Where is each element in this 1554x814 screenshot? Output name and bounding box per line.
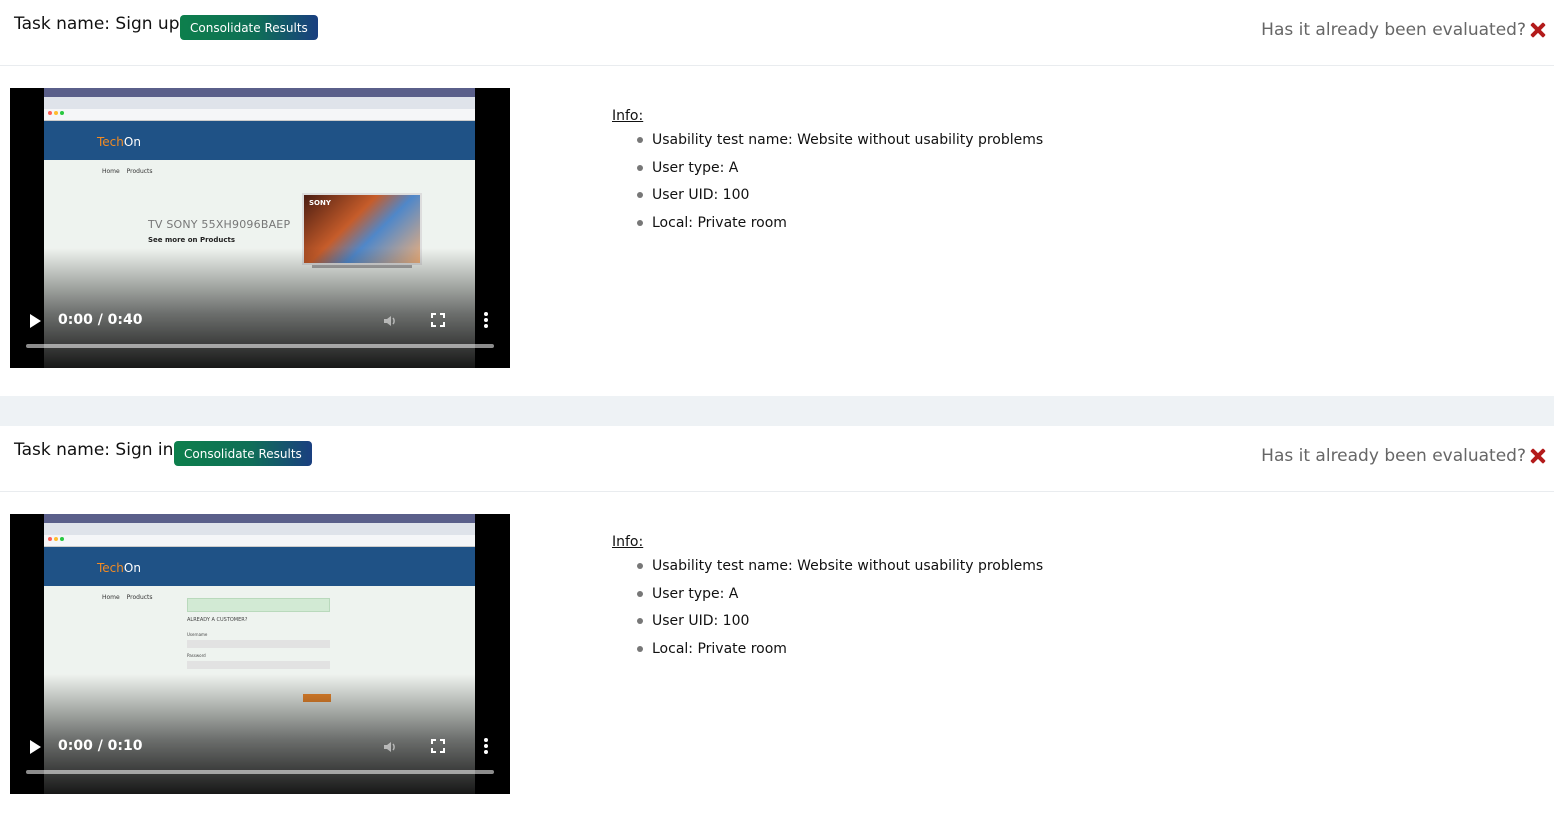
section-divider (0, 396, 1554, 426)
more-options-icon[interactable] (484, 312, 488, 328)
close-icon[interactable] (1530, 448, 1546, 464)
recorded-username-label: Username (187, 632, 208, 637)
video-controls: 0:00 / 0:40 (10, 288, 510, 368)
recorded-hero-title: TV SONY 55XH9096BAEP (148, 218, 291, 231)
recorded-username-field (187, 640, 330, 648)
recorded-site-nav: Home Products (102, 594, 153, 601)
video-progress-bar[interactable] (26, 344, 494, 348)
info-item-user-type: User type: A (636, 587, 1043, 601)
info-heading: Info: (612, 108, 644, 124)
play-icon[interactable] (30, 740, 41, 754)
recorded-browser-chrome (44, 514, 475, 547)
techon-logo: TechOn (97, 561, 141, 575)
task-card-sign-in: Task name: Sign in Consolidate Results H… (0, 426, 1554, 814)
recorded-hero-subtitle: See more on Products (148, 236, 235, 244)
fullscreen-icon[interactable] (431, 739, 445, 753)
evaluated-label: Has it already been evaluated? (1261, 20, 1526, 40)
video-player[interactable]: TechOn Home Products TV SONY 55XH9096BAE… (10, 88, 510, 368)
info-item-user-type: User type: A (636, 161, 1043, 175)
recorded-site-header: TechOn (44, 121, 475, 160)
info-panel: Info: Usability test name: Website witho… (612, 534, 1043, 670)
info-item-test-name: Usability test name: Website without usa… (636, 133, 1043, 147)
info-heading: Info: (612, 534, 644, 550)
info-list: Usability test name: Website without usa… (636, 559, 1043, 656)
info-item-user-uid: User UID: 100 (636, 614, 1043, 628)
recorded-form-heading: ALREADY A CUSTOMER? (187, 617, 248, 623)
info-list: Usability test name: Website without usa… (636, 133, 1043, 230)
recorded-password-field (187, 661, 330, 669)
task-body: TechOn Home Products TV SONY 55XH9096BAE… (0, 66, 1554, 368)
task-body: TechOn Home Products ALREADY A CUSTOMER?… (0, 492, 1554, 794)
techon-logo: TechOn (97, 135, 141, 149)
recorded-site-header: TechOn (44, 547, 475, 586)
task-card-sign-up: Task name: Sign up Consolidate Results H… (0, 0, 1554, 396)
task-title: Task name: Sign up (14, 14, 180, 34)
video-time: 0:00 / 0:10 (58, 738, 143, 754)
volume-icon[interactable] (382, 739, 398, 755)
recorded-alert-box (187, 598, 330, 612)
evaluated-status: Has it already been evaluated? (1261, 20, 1546, 40)
video-controls: 0:00 / 0:10 (10, 714, 510, 794)
info-panel: Info: Usability test name: Website witho… (612, 108, 1043, 244)
info-item-local: Local: Private room (636, 642, 1043, 656)
recorded-site-nav: Home Products (102, 168, 153, 175)
video-player[interactable]: TechOn Home Products ALREADY A CUSTOMER?… (10, 514, 510, 794)
info-item-test-name: Usability test name: Website without usa… (636, 559, 1043, 573)
recorded-browser-chrome (44, 88, 475, 121)
video-progress-bar[interactable] (26, 770, 494, 774)
fullscreen-icon[interactable] (431, 313, 445, 327)
task-header: Task name: Sign in Consolidate Results H… (0, 426, 1554, 492)
info-item-user-uid: User UID: 100 (636, 188, 1043, 202)
volume-icon[interactable] (382, 313, 398, 329)
evaluated-label: Has it already been evaluated? (1261, 446, 1526, 466)
info-item-local: Local: Private room (636, 216, 1043, 230)
close-icon[interactable] (1530, 22, 1546, 38)
video-time: 0:00 / 0:40 (58, 312, 143, 328)
play-icon[interactable] (30, 314, 41, 328)
more-options-icon[interactable] (484, 738, 488, 754)
consolidate-results-button[interactable]: Consolidate Results (174, 441, 312, 466)
task-title: Task name: Sign in (14, 440, 174, 460)
recorded-password-label: Password (187, 653, 206, 658)
consolidate-results-button[interactable]: Consolidate Results (180, 15, 318, 40)
evaluated-status: Has it already been evaluated? (1261, 446, 1546, 466)
task-header: Task name: Sign up Consolidate Results H… (0, 0, 1554, 66)
